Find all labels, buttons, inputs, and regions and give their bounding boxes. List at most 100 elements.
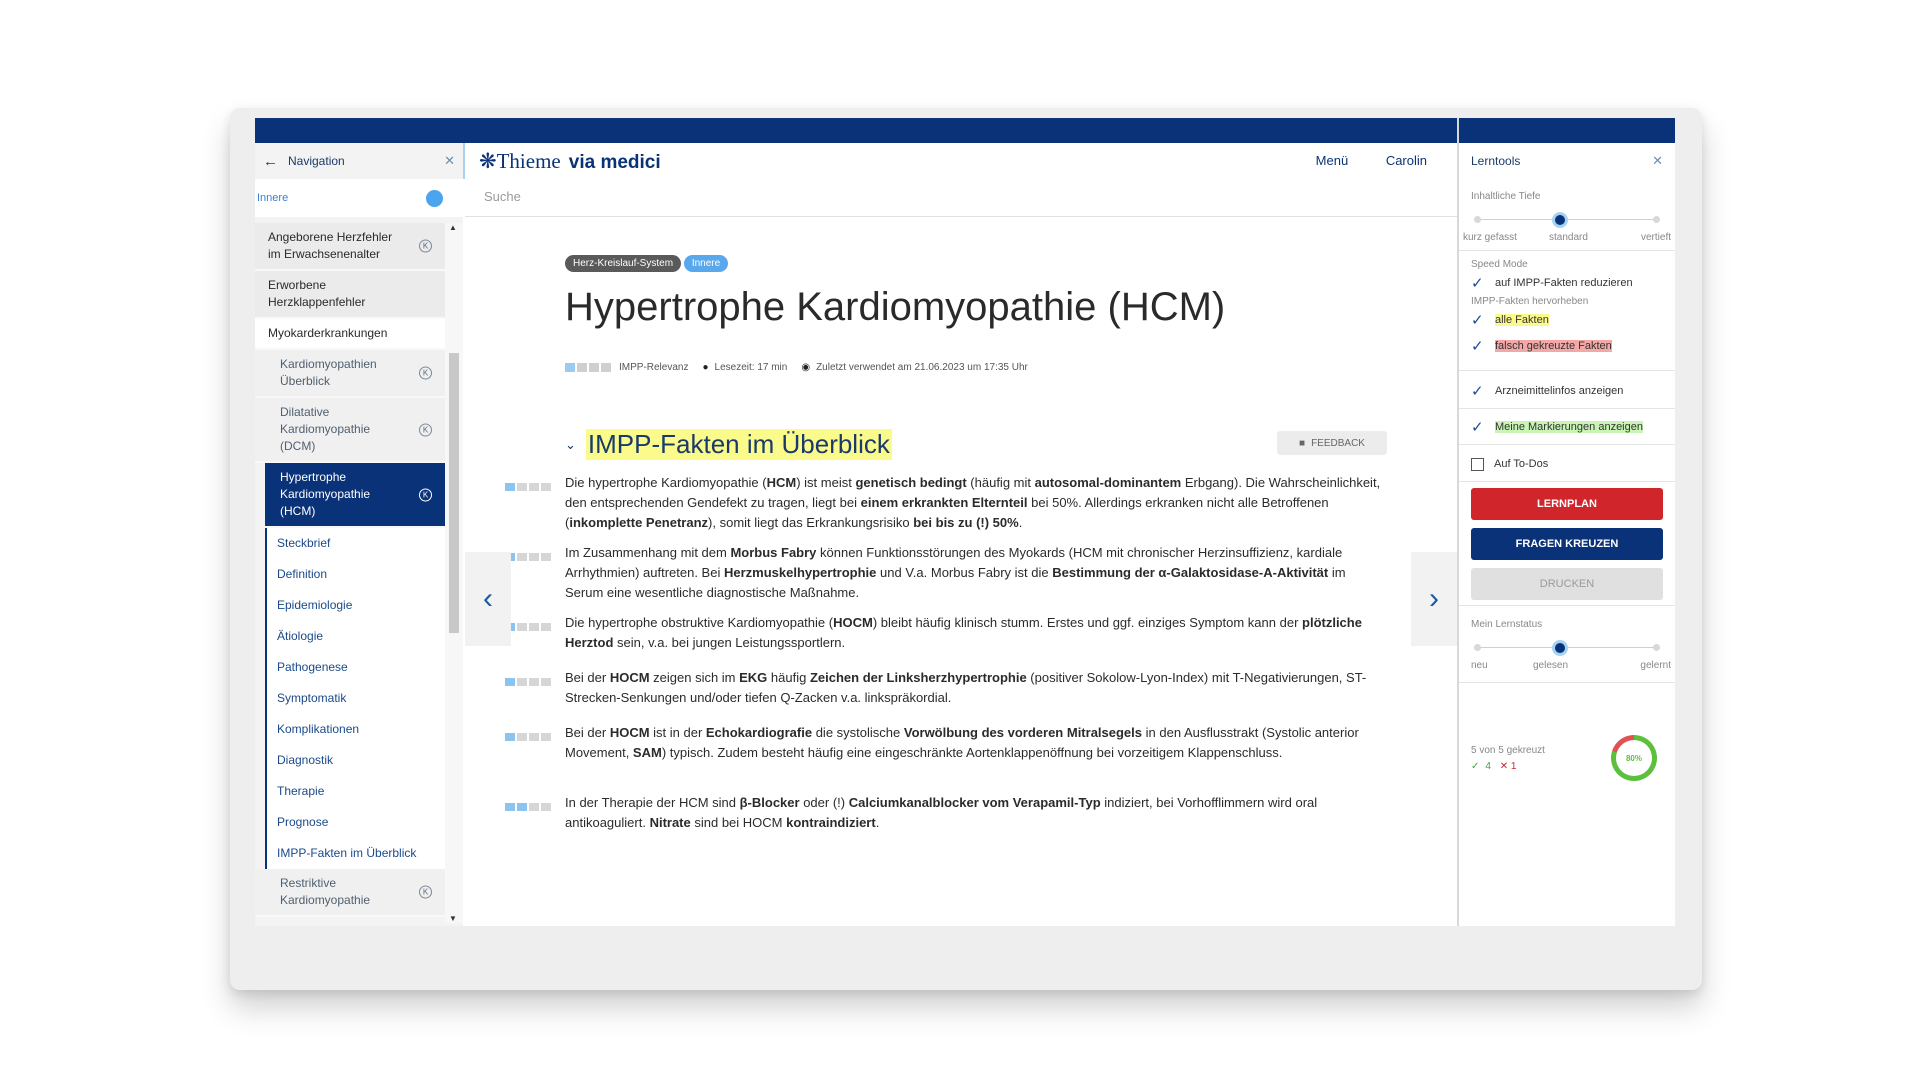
nav-anchor-pathogenese[interactable]: Pathogenese xyxy=(265,652,445,683)
checkmark-icon: ✓ xyxy=(1471,419,1484,436)
navigation-filter[interactable]: Innere xyxy=(255,179,463,217)
menu-link[interactable]: Menü xyxy=(1316,153,1349,168)
nav-item-myokarderkrankungen[interactable]: Myokarderkrankungen xyxy=(255,319,445,350)
relevance-bar xyxy=(577,363,587,372)
next-arrow-button[interactable]: › xyxy=(1411,552,1457,646)
nav-item-erworbene-herzklappenfehler[interactable]: Erworbene Herzklappenfehler xyxy=(255,271,445,319)
k-badge-icon: K xyxy=(419,488,432,501)
checkmark-icon: ✓ xyxy=(1471,383,1484,400)
nav-anchor-komplikationen[interactable]: Komplikationen xyxy=(265,714,445,745)
nav-anchor-prognose[interactable]: Prognose xyxy=(265,807,445,838)
k-badge-icon: K xyxy=(419,239,432,253)
k-badge-icon: K xyxy=(419,423,432,436)
nav-anchor-diagnostik[interactable]: Diagnostik xyxy=(265,745,445,776)
slider-stop[interactable] xyxy=(1474,216,1481,223)
slider-knob[interactable] xyxy=(1552,212,1568,228)
fact-text: Die hypertrophe Kardiomyopathie (HCM) is… xyxy=(565,475,1381,530)
depth-option-standard[interactable]: standard xyxy=(1549,232,1588,243)
nav-anchor-epidemiologie[interactable]: Epidemiologie xyxy=(265,590,445,621)
stats-text: 5 von 5 gekreuzt xyxy=(1471,745,1545,756)
reading-time: Lesezeit: 17 min xyxy=(714,362,788,373)
todo-checkbox[interactable]: Auf To-Dos xyxy=(1459,451,1675,477)
relevance-bar xyxy=(541,483,551,491)
scroll-up-icon[interactable]: ▲ xyxy=(449,223,457,232)
slider-stop[interactable] xyxy=(1474,644,1481,651)
depth-label: Inhaltliche Tiefe xyxy=(1471,191,1541,202)
relevance-bar xyxy=(565,363,575,372)
check-icon: ✓ xyxy=(1471,761,1480,772)
previous-arrow-button[interactable]: ‹ xyxy=(465,552,511,646)
nav-item-angeborene-herzfehler[interactable]: Angeborene Herzfehler im Erwachsenenalte… xyxy=(255,223,445,271)
fragen-kreuzen-button[interactable]: FRAGEN KREUZEN xyxy=(1471,528,1663,560)
relevance-bar xyxy=(529,803,539,811)
nav-item-dilatative-kardiomyopathie[interactable]: Dilatative Kardiomyopathie (DCM) K xyxy=(255,398,445,463)
my-marks-toggle[interactable]: ✓ Meine Markierungen anzeigen xyxy=(1459,414,1675,440)
search-input[interactable]: Suche xyxy=(465,179,1457,217)
chevron-down-icon[interactable]: ⌄ xyxy=(565,437,576,453)
user-link[interactable]: Carolin xyxy=(1386,153,1427,168)
depth-slider[interactable] xyxy=(1474,212,1660,228)
status-option-gelernt[interactable]: gelernt xyxy=(1640,660,1671,671)
nav-anchor-aetiologie[interactable]: Ätiologie xyxy=(265,621,445,652)
relevance-bar xyxy=(529,553,539,561)
slider-stop[interactable] xyxy=(1653,644,1660,651)
tag-innere[interactable]: Innere xyxy=(683,255,729,272)
status-section: Mein Lernstatus neu gelesen gelernt xyxy=(1459,613,1675,683)
speed-section: Speed Mode ✓ auf IMPP-Fakten reduzieren … xyxy=(1459,253,1675,371)
brand-logo[interactable]: ❋Thieme via medici xyxy=(479,149,661,174)
checkbox-icon[interactable] xyxy=(1471,457,1484,471)
status-slider[interactable] xyxy=(1474,640,1660,656)
eye-icon: ◉ xyxy=(801,362,811,373)
drug-info-toggle[interactable]: ✓ Arzneimittelinfos anzeigen xyxy=(1459,378,1675,404)
navigation-scrollbar[interactable]: ▲ ▼ xyxy=(445,223,463,923)
drucken-button[interactable]: DRUCKEN xyxy=(1471,568,1663,600)
status-option-neu[interactable]: neu xyxy=(1471,660,1488,671)
nav-item-restriktive-kardiomyopathie[interactable]: Restriktive Kardiomyopathie K xyxy=(255,869,445,917)
app-window: ← Navigation ✕ Innere Angeborene Herzfeh… xyxy=(255,118,1675,926)
tag-herz-kreislauf[interactable]: Herz-Kreislauf-System xyxy=(565,255,682,272)
speed-mode-toggle[interactable]: ✓ auf IMPP-Fakten reduzieren xyxy=(1459,270,1675,296)
feedback-button[interactable]: ■ FEEDBACK xyxy=(1277,431,1387,455)
lernplan-button[interactable]: LERNPLAN xyxy=(1471,488,1663,520)
depth-option-kurz[interactable]: kurz gefasst xyxy=(1463,232,1517,243)
k-badge-icon: K xyxy=(419,885,432,899)
filter-toggle-icon[interactable] xyxy=(426,189,443,207)
nav-anchor-definition[interactable]: Definition xyxy=(265,559,445,590)
nav-item-hypertrophe-kardiomyopathie[interactable]: Hypertrophe Kardiomyopathie (HCM) K xyxy=(265,463,445,528)
slider-stop[interactable] xyxy=(1653,216,1660,223)
close-icon[interactable]: ✕ xyxy=(444,153,455,169)
chevron-right-icon: › xyxy=(1429,582,1439,615)
relevance-bar xyxy=(601,363,611,372)
scroll-down-icon[interactable]: ▼ xyxy=(449,914,457,923)
relevance-indicator xyxy=(505,793,565,833)
slider-knob[interactable] xyxy=(1552,640,1568,656)
fact-item: Die hypertrophe obstruktive Kardiomyopat… xyxy=(505,613,1385,653)
nav-anchor-impp-fakten[interactable]: IMPP-Fakten im Überblick xyxy=(265,838,445,869)
relevance-bar xyxy=(517,553,527,561)
quiz-stats: 5 von 5 gekreuzt ✓ 4 ✕ 1 xyxy=(1471,745,1545,772)
nav-anchor-therapie[interactable]: Therapie xyxy=(265,776,445,807)
nav-item-label: Hypertrophe Kardiomyopathie (HCM) xyxy=(280,470,371,518)
nav-item-label: Kardiomyopathien Überblick xyxy=(280,357,377,388)
back-arrow-icon[interactable]: ← xyxy=(263,153,278,170)
depth-option-vertieft[interactable]: vertieft xyxy=(1641,232,1671,243)
nav-anchor-symptomatik[interactable]: Symptomatik xyxy=(265,683,445,714)
scrollbar-thumb[interactable] xyxy=(449,353,459,633)
drug-info-section: ✓ Arzneimittelinfos anzeigen xyxy=(1459,373,1675,409)
nav-anchor-steckbrief[interactable]: Steckbrief xyxy=(265,528,445,559)
fact-item: Bei der HOCM zeigen sich im EKG häufig Z… xyxy=(505,668,1385,708)
close-icon[interactable]: ✕ xyxy=(1652,153,1663,169)
drug-info-label: Arzneimittelinfos anzeigen xyxy=(1495,385,1624,397)
nav-item-kardiomyopathien-ueberblick[interactable]: Kardiomyopathien Überblick K xyxy=(255,350,445,398)
relevance-label: IMPP-Relevanz xyxy=(619,362,689,373)
nav-item-label: Restriktive Kardiomyopathie xyxy=(280,876,371,907)
todo-label: Auf To-Dos xyxy=(1494,458,1549,470)
clock-icon: ● xyxy=(702,362,709,373)
page-title: Hypertrophe Kardiomyopathie (HCM) xyxy=(565,285,1226,329)
relevance-indicator xyxy=(505,668,565,708)
nav-item-label: Dilatative Kardiomyopathie (DCM) xyxy=(280,405,371,453)
wrong-facts-toggle[interactable]: ✓ falsch gekreuzte Fakten xyxy=(1459,333,1675,359)
all-facts-toggle[interactable]: ✓ alle Fakten xyxy=(1459,307,1675,333)
section-header[interactable]: ⌄ IMPP-Fakten im Überblick xyxy=(565,429,892,460)
status-option-gelesen[interactable]: gelesen xyxy=(1533,660,1568,671)
